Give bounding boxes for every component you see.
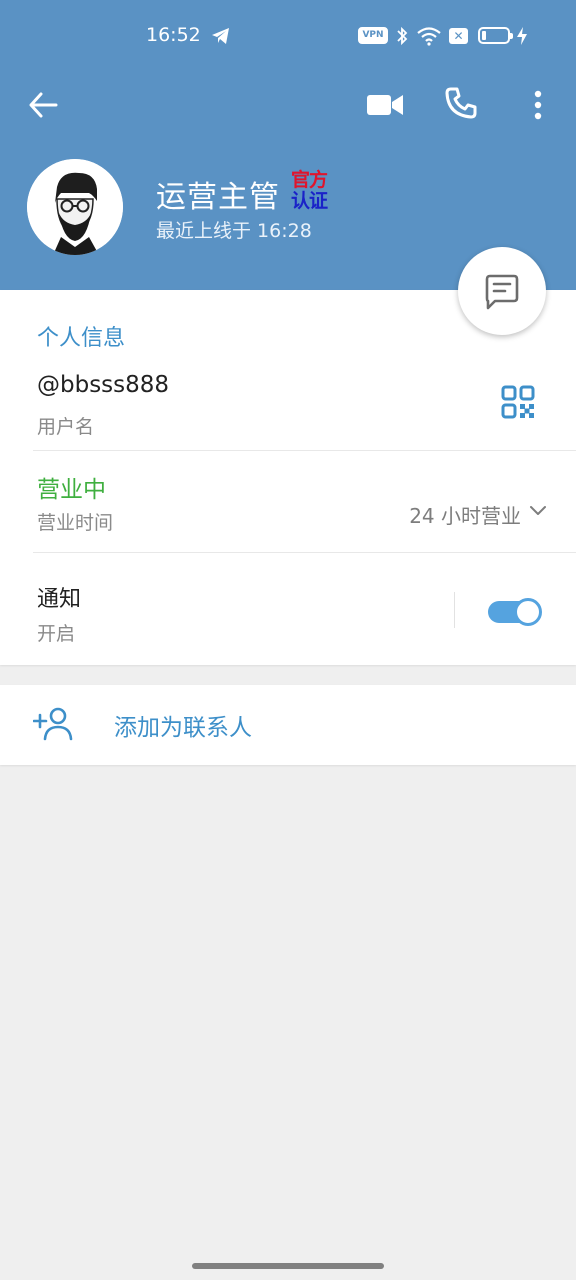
home-indicator[interactable] — [192, 1263, 384, 1269]
verified-label-official: 官方 — [291, 169, 328, 191]
chevron-down-icon — [530, 506, 546, 515]
username-label: 用户名 — [37, 416, 95, 438]
verified-label-certified: 认证 — [291, 190, 328, 212]
notifications-row[interactable]: 通知 开启 — [0, 554, 576, 662]
add-contact-label: 添加为联系人 — [114, 715, 252, 741]
business-hours-value: 24 小时营业 — [409, 504, 521, 528]
username-row[interactable]: @bbsss888 用户名 — [0, 352, 576, 448]
back-arrow-icon[interactable] — [26, 88, 60, 122]
app-bar — [0, 72, 576, 136]
wifi-icon — [417, 27, 441, 46]
qr-code-icon[interactable] — [500, 384, 536, 420]
info-card: 个人信息 @bbsss888 用户名 营业中 营业时间 24 小时营业 通知 开… — [0, 290, 576, 665]
avatar-image — [27, 159, 123, 255]
notifications-title: 通知 — [37, 587, 82, 612]
sim-icon: ✕ — [449, 28, 468, 44]
bluetooth-icon — [397, 26, 408, 46]
video-call-icon[interactable] — [366, 90, 404, 120]
vpn-badge: VPN — [358, 27, 388, 44]
telegram-icon — [212, 28, 229, 44]
notifications-status: 开启 — [37, 623, 76, 645]
add-user-icon — [33, 707, 73, 741]
section-title: 个人信息 — [37, 326, 126, 351]
divider — [33, 450, 576, 451]
message-icon — [485, 274, 519, 310]
charging-icon — [517, 27, 527, 45]
add-contact-button[interactable]: 添加为联系人 — [0, 685, 576, 765]
status-bar: 16:52 VPN ✕ — [0, 0, 576, 72]
business-hours-row[interactable]: 营业中 营业时间 24 小时营业 — [0, 452, 576, 552]
business-hours-label: 营业时间 — [37, 512, 114, 534]
message-button[interactable] — [458, 247, 546, 335]
avatar[interactable] — [27, 159, 123, 255]
profile-name: 运营主管 — [156, 180, 280, 215]
battery-icon — [478, 27, 513, 44]
more-vert-icon[interactable] — [527, 88, 549, 122]
divider — [33, 552, 576, 553]
username-value: @bbsss888 — [37, 372, 170, 398]
verified-badge: 官方 认证 — [291, 170, 335, 214]
vertical-divider — [454, 592, 455, 628]
last-seen-status: 最近上线于 16:28 — [156, 220, 312, 242]
notifications-toggle[interactable] — [488, 598, 542, 626]
profile-header: 16:52 VPN ✕ 运营主管 官方 认证 最近上线于 16:28 — [0, 0, 576, 290]
business-status: 营业中 — [37, 477, 106, 503]
status-time: 16:52 — [146, 24, 201, 46]
phone-icon[interactable] — [444, 86, 478, 120]
